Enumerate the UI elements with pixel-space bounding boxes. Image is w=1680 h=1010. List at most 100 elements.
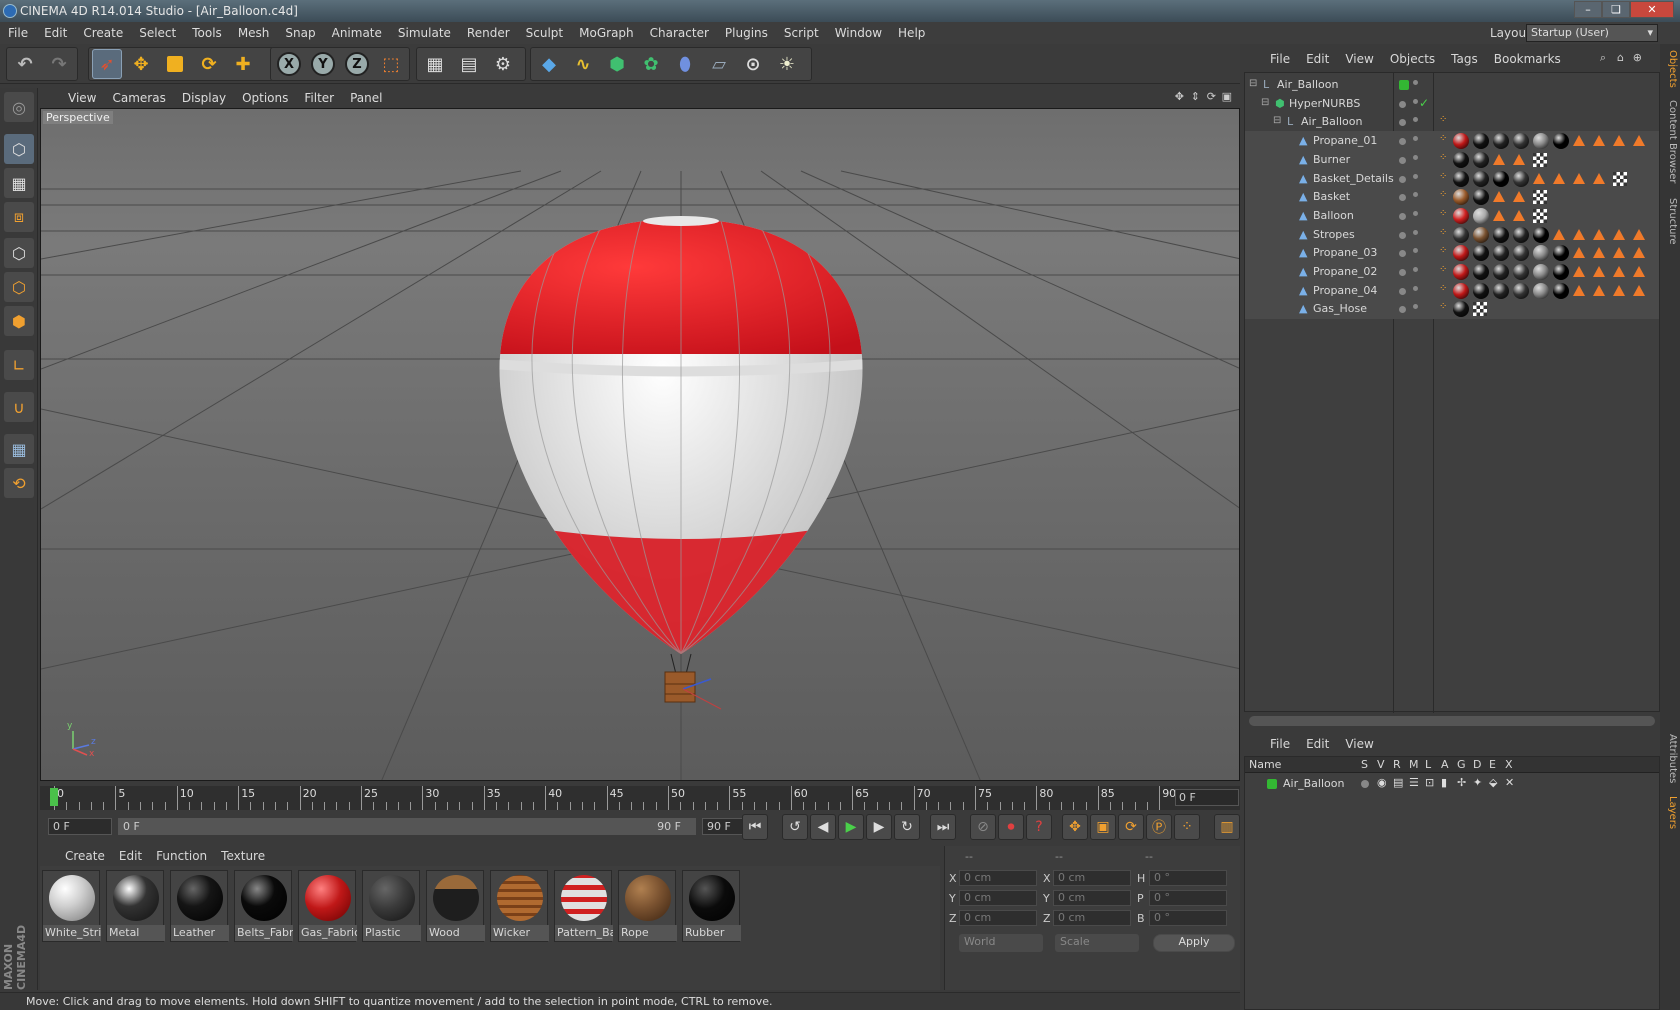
layer-menu-file[interactable]: File	[1262, 734, 1298, 754]
object-menu-bookmarks[interactable]: Bookmarks	[1486, 48, 1569, 70]
editor-visibility-toggle[interactable]	[1399, 100, 1406, 108]
material-tag-icon[interactable]	[1513, 282, 1529, 299]
animation-icon[interactable]: ▮	[1441, 776, 1447, 789]
search-icon[interactable]: ⌕	[1600, 51, 1606, 65]
object-row[interactable]: ▲ Burner ⁘	[1245, 149, 1659, 170]
add-object-icon[interactable]: ✚	[228, 49, 258, 79]
tab-structure[interactable]: Structure	[1662, 198, 1678, 245]
render-icon[interactable]: ▤	[1393, 776, 1403, 789]
material-swatch[interactable]: Leather	[170, 870, 229, 942]
material-tag-icon[interactable]	[1473, 226, 1489, 243]
menu-animate[interactable]: Animate	[324, 22, 390, 44]
phong-tag-icon[interactable]: ⁘	[1439, 171, 1447, 182]
deformer-icon[interactable]: ⬮	[670, 49, 700, 79]
material-tag-icon[interactable]	[1553, 245, 1569, 262]
phong-tag-icon[interactable]: ⁘	[1439, 283, 1447, 294]
position-x-field[interactable]: 0 cm	[959, 870, 1037, 886]
points-mode-icon[interactable]: ⬡	[4, 238, 34, 268]
rotation-p-field[interactable]: 0 °	[1149, 890, 1227, 906]
next-frame-icon[interactable]: ▶	[866, 814, 892, 840]
cube-primitive-icon[interactable]: ◆	[534, 49, 564, 79]
editor-visibility-toggle[interactable]	[1399, 306, 1406, 314]
menu-script[interactable]: Script	[776, 22, 827, 44]
material-tag-icon[interactable]	[1513, 264, 1529, 280]
menu-plugins[interactable]: Plugins	[717, 22, 776, 44]
tab-content-browser[interactable]: Content Browser	[1662, 100, 1678, 183]
material-tag-icon[interactable]	[1553, 282, 1569, 299]
tab-layers[interactable]: Layers	[1662, 796, 1678, 829]
material-tag-icon[interactable]	[1553, 264, 1569, 280]
tree-toggle-icon[interactable]: ⊟	[1261, 97, 1269, 108]
material-menu-edit[interactable]: Edit	[112, 846, 149, 866]
material-menu-function[interactable]: Function	[149, 846, 214, 866]
material-tag-icon[interactable]	[1473, 170, 1489, 187]
phong-tag-icon[interactable]: ⁘	[1439, 264, 1447, 275]
material-tag-icon[interactable]	[1513, 226, 1529, 243]
material-tag-icon[interactable]	[1453, 264, 1469, 280]
workplane-rotate-icon[interactable]: ⟲	[4, 468, 34, 498]
object-row[interactable]: ▲ Propane_03 ⁘	[1245, 243, 1659, 264]
texture-tag-icon[interactable]	[1573, 135, 1585, 147]
go-to-end-icon[interactable]: ⏭	[930, 814, 956, 840]
timeline-ruler[interactable]: 0 5 10 15 20 25 30 35 40 45 50 55 60 65 70 75 80 85 90	[40, 786, 1240, 810]
texture-tag-icon[interactable]	[1613, 228, 1625, 240]
material-tag-icon[interactable]	[1553, 133, 1569, 150]
new-view-icon[interactable]: ⊕	[1633, 51, 1642, 64]
selection-tag-icon[interactable]	[1473, 302, 1487, 317]
viewport-menu-panel[interactable]: Panel	[342, 88, 390, 108]
apply-button[interactable]: Apply	[1153, 934, 1235, 952]
texture-tag-icon[interactable]	[1493, 153, 1505, 165]
material-menu-create[interactable]: Create	[58, 846, 112, 866]
size-y-field[interactable]: 0 cm	[1053, 890, 1131, 906]
menu-snap[interactable]: Snap	[277, 22, 323, 44]
material-tag-icon[interactable]	[1453, 282, 1469, 299]
play-forward-icon[interactable]: ▶	[838, 814, 864, 840]
material-tag-icon[interactable]	[1473, 282, 1489, 299]
material-tag-icon[interactable]	[1473, 189, 1489, 206]
texture-tag-icon[interactable]	[1513, 209, 1525, 221]
selection-tag-icon[interactable]	[1533, 190, 1547, 205]
render-visibility-toggle[interactable]	[1413, 117, 1418, 123]
render-visibility-toggle[interactable]	[1413, 136, 1418, 142]
material-tag-icon[interactable]	[1473, 151, 1489, 168]
position-key-icon[interactable]: ✥	[1062, 814, 1088, 840]
editor-visibility-toggle[interactable]	[1399, 156, 1406, 164]
texture-tag-icon[interactable]	[1573, 247, 1585, 259]
menu-create[interactable]: Create	[75, 22, 131, 44]
close-button[interactable]: ✕	[1630, 1, 1674, 18]
rotation-key-icon[interactable]: ⟳	[1118, 814, 1144, 840]
material-swatch[interactable]: Wicker	[490, 870, 549, 942]
material-tag-icon[interactable]	[1493, 245, 1509, 262]
material-tag-icon[interactable]	[1453, 226, 1469, 243]
render-visibility-toggle[interactable]	[1413, 192, 1418, 198]
menu-simulate[interactable]: Simulate	[390, 22, 459, 44]
editor-visibility-toggle[interactable]	[1399, 212, 1406, 220]
tab-attributes[interactable]: Attributes	[1662, 734, 1678, 783]
texture-tag-icon[interactable]	[1633, 135, 1645, 147]
point-level-animation-icon[interactable]: ⁘	[1174, 814, 1200, 840]
coordinate-system-icon[interactable]: ⬚	[376, 49, 406, 79]
scale-key-icon[interactable]: ▣	[1090, 814, 1116, 840]
material-tag-icon[interactable]	[1453, 207, 1469, 224]
menu-sculpt[interactable]: Sculpt	[518, 22, 571, 44]
cloner-icon[interactable]: ✿	[636, 49, 666, 79]
editor-visibility-toggle[interactable]	[1399, 80, 1409, 90]
render-visibility-toggle[interactable]	[1413, 229, 1418, 235]
material-tag-icon[interactable]	[1473, 133, 1489, 150]
rotation-h-field[interactable]: 0 °	[1149, 870, 1227, 886]
material-swatch[interactable]: Rope	[618, 870, 677, 942]
object-row[interactable]: ▲ Basket ⁘	[1245, 187, 1659, 208]
light-icon[interactable]: ☀	[772, 49, 802, 79]
tree-toggle-icon[interactable]: ⊟	[1273, 115, 1281, 126]
editor-visibility-toggle[interactable]	[1399, 119, 1406, 127]
editor-visibility-toggle[interactable]	[1399, 138, 1406, 146]
minimize-button[interactable]: –	[1574, 1, 1602, 18]
size-z-field[interactable]: 0 cm	[1053, 910, 1131, 926]
texture-tag-icon[interactable]	[1633, 228, 1645, 240]
render-visibility-toggle[interactable]	[1413, 285, 1418, 291]
render-visibility-toggle[interactable]	[1413, 210, 1418, 216]
texture-tag-icon[interactable]	[1493, 209, 1505, 221]
menu-render[interactable]: Render	[459, 22, 518, 44]
texture-tag-icon[interactable]	[1553, 228, 1565, 240]
render-visibility-toggle[interactable]	[1413, 267, 1418, 272]
